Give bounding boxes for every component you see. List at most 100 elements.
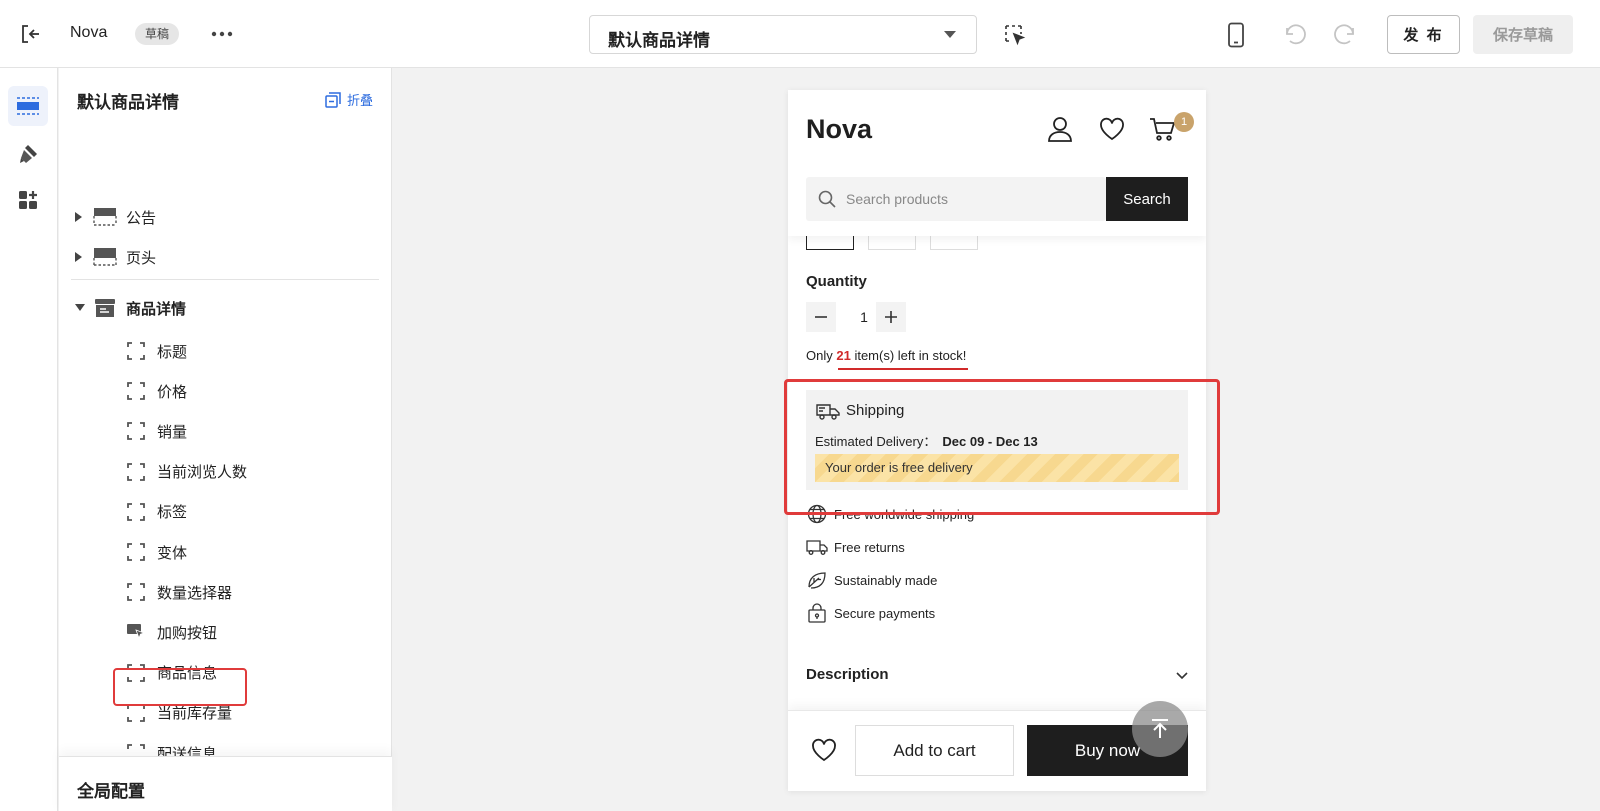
add-to-cart-button[interactable]: Add to cart (855, 725, 1014, 776)
feature-item: Sustainably made (806, 569, 937, 591)
tree-block-item[interactable]: 销量 (59, 416, 392, 446)
tree-block-item[interactable]: 标题 (59, 336, 392, 366)
tree-block-item[interactable]: 当前浏览人数 (59, 457, 392, 487)
tree-label: 标签 (157, 504, 188, 522)
template-select-value: 默认商品详情 (608, 31, 710, 50)
block-frame-icon (127, 583, 145, 602)
more-options-icon[interactable] (210, 24, 234, 44)
block-frame-icon (127, 703, 145, 722)
block-frame-icon (127, 502, 145, 521)
block-frame-icon (127, 663, 145, 682)
search-field (806, 177, 1106, 221)
block-frame-icon (127, 422, 145, 441)
tree-section-announcement[interactable]: 公告 (59, 202, 392, 232)
tree-section-header[interactable]: 页头 (59, 242, 392, 272)
variant-option[interactable] (806, 236, 854, 250)
global-config-section[interactable]: 全局配置 (59, 756, 392, 811)
account-icon[interactable] (1046, 115, 1074, 143)
shipping-title: Shipping (846, 402, 905, 419)
tree-label: 销量 (157, 423, 188, 441)
apps-tab[interactable] (8, 180, 48, 220)
redo-icon[interactable] (1333, 23, 1359, 45)
leaf-icon (808, 572, 826, 589)
tree-block-item[interactable]: 价格 (59, 376, 392, 406)
element-select-icon[interactable] (1004, 24, 1026, 46)
exit-editor-icon[interactable] (19, 23, 41, 45)
block-frame-icon (127, 342, 145, 360)
global-config-label: 全局配置 (77, 782, 145, 801)
caret-right-icon (75, 252, 82, 262)
description-accordion[interactable]: Description (806, 660, 1188, 690)
cart-icon[interactable] (1148, 115, 1176, 143)
search-input[interactable] (846, 177, 1096, 221)
minus-icon (815, 316, 827, 318)
tree-label: 加购按钮 (157, 624, 218, 642)
delivery-truck-icon (816, 404, 840, 420)
shipping-info-block[interactable]: Shipping Estimated Delivery： Dec 09 - Dec… (806, 390, 1188, 490)
template-select[interactable]: 默认商品详情 (589, 15, 977, 54)
free-delivery-text: Your order is free delivery (825, 460, 973, 475)
feature-label: Secure payments (834, 605, 936, 621)
caret-down-icon (944, 31, 956, 38)
feature-label: Free worldwide shipping (834, 506, 975, 522)
tree-label: 变体 (157, 544, 188, 562)
quantity-decrease-button[interactable] (806, 302, 836, 332)
publish-button[interactable]: 发 布 (1387, 15, 1460, 54)
layout-sections-icon (17, 97, 39, 115)
chevron-down-icon (1176, 672, 1188, 680)
feature-item: Free returns (806, 536, 905, 558)
globe-icon (807, 504, 827, 524)
quantity-increase-button[interactable] (876, 302, 906, 332)
cart-count-badge: 1 (1174, 112, 1194, 132)
section-tree-panel: 默认商品详情 折叠 公告 页头 商品详情 标题 价格 销量 当前浏览人数 标签 变体 数量选… (59, 68, 392, 811)
estimated-delivery-value: Dec 09 - Dec 13 (942, 434, 1038, 449)
feature-label: Sustainably made (834, 572, 938, 588)
app-title: Nova (70, 24, 108, 41)
tree-label: 当前库存量 (157, 705, 233, 723)
stock-count: 21 (836, 348, 851, 363)
truck-icon (806, 540, 828, 555)
undo-icon[interactable] (1281, 23, 1307, 45)
tree-block-item[interactable]: 数量选择器 (59, 577, 392, 607)
lock-bag-icon (808, 603, 826, 623)
stock-progress-bar (838, 368, 968, 370)
stock-message: Only 21 item(s) left in stock! (806, 348, 966, 363)
tree-block-item[interactable]: 商品信息 (59, 658, 392, 688)
tree-label: 页头 (126, 249, 157, 267)
plus-icon (885, 311, 897, 323)
tree-block-item[interactable]: 标签 (59, 497, 392, 527)
search-button[interactable]: Search (1106, 177, 1188, 221)
heart-icon[interactable] (810, 737, 838, 763)
collapse-label: 折叠 (346, 93, 373, 108)
scroll-to-top-button[interactable] (1132, 701, 1188, 757)
tree-label: 数量选择器 (157, 584, 233, 602)
collapse-all-button[interactable]: 折叠 (325, 90, 373, 109)
search-icon (818, 190, 836, 208)
variant-option[interactable] (930, 236, 978, 250)
draft-status-badge: 草稿 (135, 23, 180, 45)
free-delivery-banner: Your order is free delivery (815, 454, 1179, 482)
theme-style-tab[interactable] (8, 134, 48, 174)
feature-item: Secure payments (806, 602, 935, 624)
caret-down-icon (75, 304, 85, 311)
collapse-icon (325, 91, 341, 108)
feature-label: Free returns (834, 539, 905, 555)
left-tool-rail (0, 68, 58, 811)
tree-block-item[interactable]: 当前库存量 (59, 698, 392, 728)
tree-block-item[interactable]: 加购按钮 (59, 617, 392, 647)
tree-block-item[interactable]: 变体 (59, 537, 392, 567)
tree-label: 标题 (157, 343, 188, 361)
variant-option[interactable] (868, 236, 916, 250)
tree-section-product-detail[interactable]: 商品详情 (59, 293, 392, 323)
add-to-cart-block-icon (127, 624, 145, 640)
block-frame-icon (127, 462, 145, 481)
save-draft-button[interactable]: 保存草稿 (1473, 15, 1573, 54)
sections-tab[interactable] (8, 86, 48, 126)
block-frame-icon (127, 382, 145, 401)
tree-label: 价格 (157, 383, 188, 401)
tree-label: 公告 (126, 209, 157, 227)
wishlist-heart-icon[interactable] (1098, 115, 1126, 143)
estimated-delivery-label: Estimated Delivery： (815, 434, 937, 449)
store-logo[interactable]: Nova (806, 114, 872, 145)
mobile-preview-icon[interactable] (1225, 22, 1247, 48)
